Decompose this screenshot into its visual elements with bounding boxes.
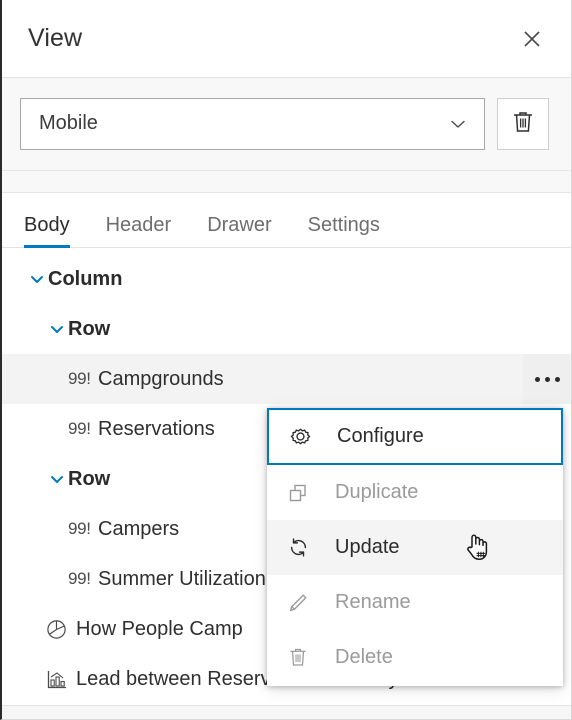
- menu-item-duplicate[interactable]: Duplicate: [267, 465, 563, 520]
- view-select[interactable]: Mobile: [20, 97, 485, 150]
- chevron-down-icon: [448, 114, 468, 134]
- row-more-button[interactable]: [523, 354, 571, 404]
- tree-item-label: Campers: [98, 517, 180, 540]
- chevron-down-icon[interactable]: [46, 471, 68, 487]
- number-99-icon: 99!: [68, 369, 91, 388]
- tree-item-column[interactable]: Column: [2, 254, 571, 304]
- menu-item-label: Duplicate: [335, 481, 419, 503]
- pointing-hand-cursor: [463, 531, 490, 566]
- refresh-icon: [287, 536, 335, 559]
- pencil-icon: [287, 592, 335, 614]
- tree-item-label: Row: [68, 317, 111, 340]
- view-selector-band: Mobile: [2, 78, 571, 171]
- tree-item-label: How People Camp: [76, 617, 243, 640]
- menu-item-configure[interactable]: Configure: [267, 408, 563, 465]
- band-spacer: [2, 171, 571, 193]
- menu-item-label: Rename: [335, 591, 411, 613]
- delete-view-button[interactable]: [497, 97, 549, 150]
- tree-item-campgrounds[interactable]: 99! Campgrounds: [2, 354, 571, 404]
- context-menu: Configure Duplicate Update Rename Delete: [267, 408, 563, 686]
- tab-settings[interactable]: Settings: [290, 214, 398, 248]
- tree-item-row-1[interactable]: Row: [2, 304, 571, 354]
- tree-item-label: Column: [48, 267, 123, 290]
- duplicate-icon: [287, 482, 335, 504]
- view-panel: View Mobile Body Header Drawer Settings …: [0, 0, 572, 720]
- bar-chart-icon: [46, 669, 76, 690]
- panel-header: View: [2, 0, 571, 78]
- menu-item-delete[interactable]: Delete: [267, 630, 563, 685]
- tab-body[interactable]: Body: [24, 214, 88, 248]
- more-dots-icon: [534, 376, 560, 382]
- close-icon[interactable]: [515, 22, 549, 56]
- number-99-icon: 99!: [68, 519, 91, 538]
- number-99-icon: 99!: [68, 419, 91, 438]
- chevron-down-icon[interactable]: [46, 321, 68, 337]
- menu-item-label: Configure: [337, 425, 424, 447]
- tab-drawer[interactable]: Drawer: [189, 214, 289, 248]
- view-select-value: Mobile: [39, 112, 98, 134]
- tab-header[interactable]: Header: [88, 214, 190, 248]
- number-99-icon: 99!: [68, 569, 91, 588]
- tree-item-label: Row: [68, 467, 111, 490]
- tab-bar: Body Header Drawer Settings: [2, 193, 571, 248]
- menu-item-label: Delete: [335, 646, 393, 668]
- pie-chart-icon: [46, 619, 76, 640]
- panel-footer-strip: [2, 705, 571, 719]
- tree-item-label: Reservations: [98, 417, 215, 440]
- trash-icon: [511, 109, 535, 138]
- page-title: View: [28, 24, 83, 52]
- chevron-down-icon[interactable]: [26, 271, 48, 287]
- menu-item-rename[interactable]: Rename: [267, 575, 563, 630]
- gear-icon: [289, 425, 337, 448]
- tree-item-label: Campgrounds: [98, 367, 224, 390]
- tree-item-label: Summer Utilization: [98, 567, 266, 590]
- trash-icon: [287, 646, 335, 669]
- menu-item-label: Update: [335, 536, 400, 558]
- menu-item-update[interactable]: Update: [267, 520, 563, 575]
